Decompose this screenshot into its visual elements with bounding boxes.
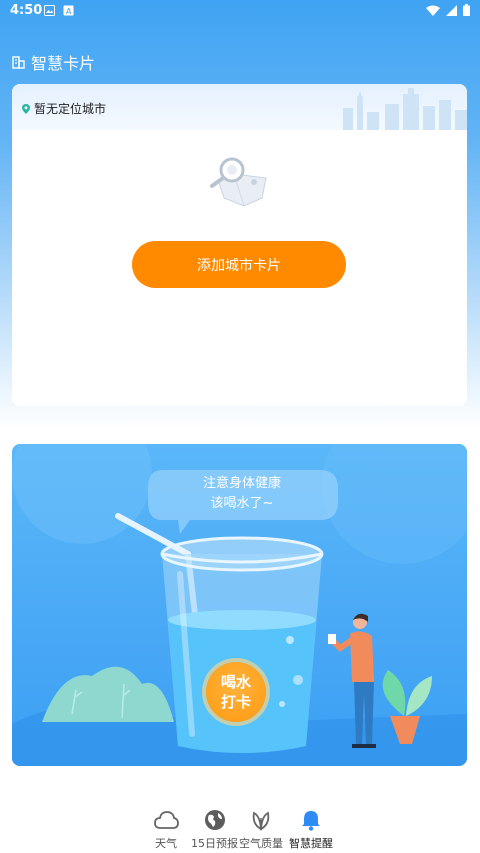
bell-icon	[302, 811, 320, 831]
svg-text:A: A	[66, 7, 72, 16]
city-card: 暂无定位城市 添加城市卡片	[12, 84, 467, 406]
checkin-line-1: 喝水	[220, 673, 251, 691]
city-card-header: 暂无定位城市	[12, 84, 467, 130]
cloud-icon	[154, 811, 179, 829]
status-bar: 4:50 A	[0, 0, 480, 22]
nav-item-air-quality[interactable]: 空气质量	[239, 808, 283, 851]
nav-label-15day-forecast: 15日预报	[191, 837, 238, 850]
wifi-icon	[426, 5, 440, 16]
nav-label-air-quality: 空气质量	[239, 837, 283, 850]
app-notification-icon: A	[63, 5, 74, 16]
nav-label-weather: 天气	[155, 837, 177, 850]
nav-label-smart-reminder: 智慧提醒	[289, 837, 333, 850]
location-row[interactable]: 暂无定位城市	[22, 100, 106, 117]
location-pin-icon	[22, 103, 30, 114]
reminder-bubble-text: 注意身体健康 该喝水了~	[152, 474, 332, 514]
location-text: 暂无定位城市	[34, 102, 107, 116]
reminder-line-1: 注意身体健康	[202, 476, 281, 491]
status-time: 4:50	[10, 3, 43, 18]
globe-icon	[204, 810, 225, 830]
city-skyline-illustration	[343, 88, 467, 130]
nav-item-smart-reminder[interactable]: 智慧提醒	[289, 808, 333, 851]
signal-icon	[446, 4, 457, 16]
bottom-nav: 天气 15日预报 空气质量 智慧提醒	[0, 800, 480, 853]
water-checkin-button[interactable]: 喝水 打卡	[206, 662, 266, 722]
checkin-line-2: 打卡	[220, 693, 251, 711]
add-city-card-button[interactable]: 添加城市卡片	[132, 241, 346, 288]
battery-icon	[463, 4, 470, 16]
leaf-icon	[252, 811, 270, 831]
building-icon	[12, 55, 25, 69]
nav-item-weather[interactable]: 天气	[153, 808, 179, 851]
nav-item-15day-forecast[interactable]: 15日预报	[191, 808, 238, 851]
water-reminder-card: 注意身体健康 该喝水了~ 喝水 打卡	[12, 444, 467, 766]
image-notification-icon	[44, 5, 55, 16]
reminder-line-2: 该喝水了~	[210, 496, 274, 511]
page-header: 智慧卡片	[12, 50, 95, 74]
empty-location-illustration	[210, 157, 267, 207]
page-title: 智慧卡片	[31, 54, 96, 73]
